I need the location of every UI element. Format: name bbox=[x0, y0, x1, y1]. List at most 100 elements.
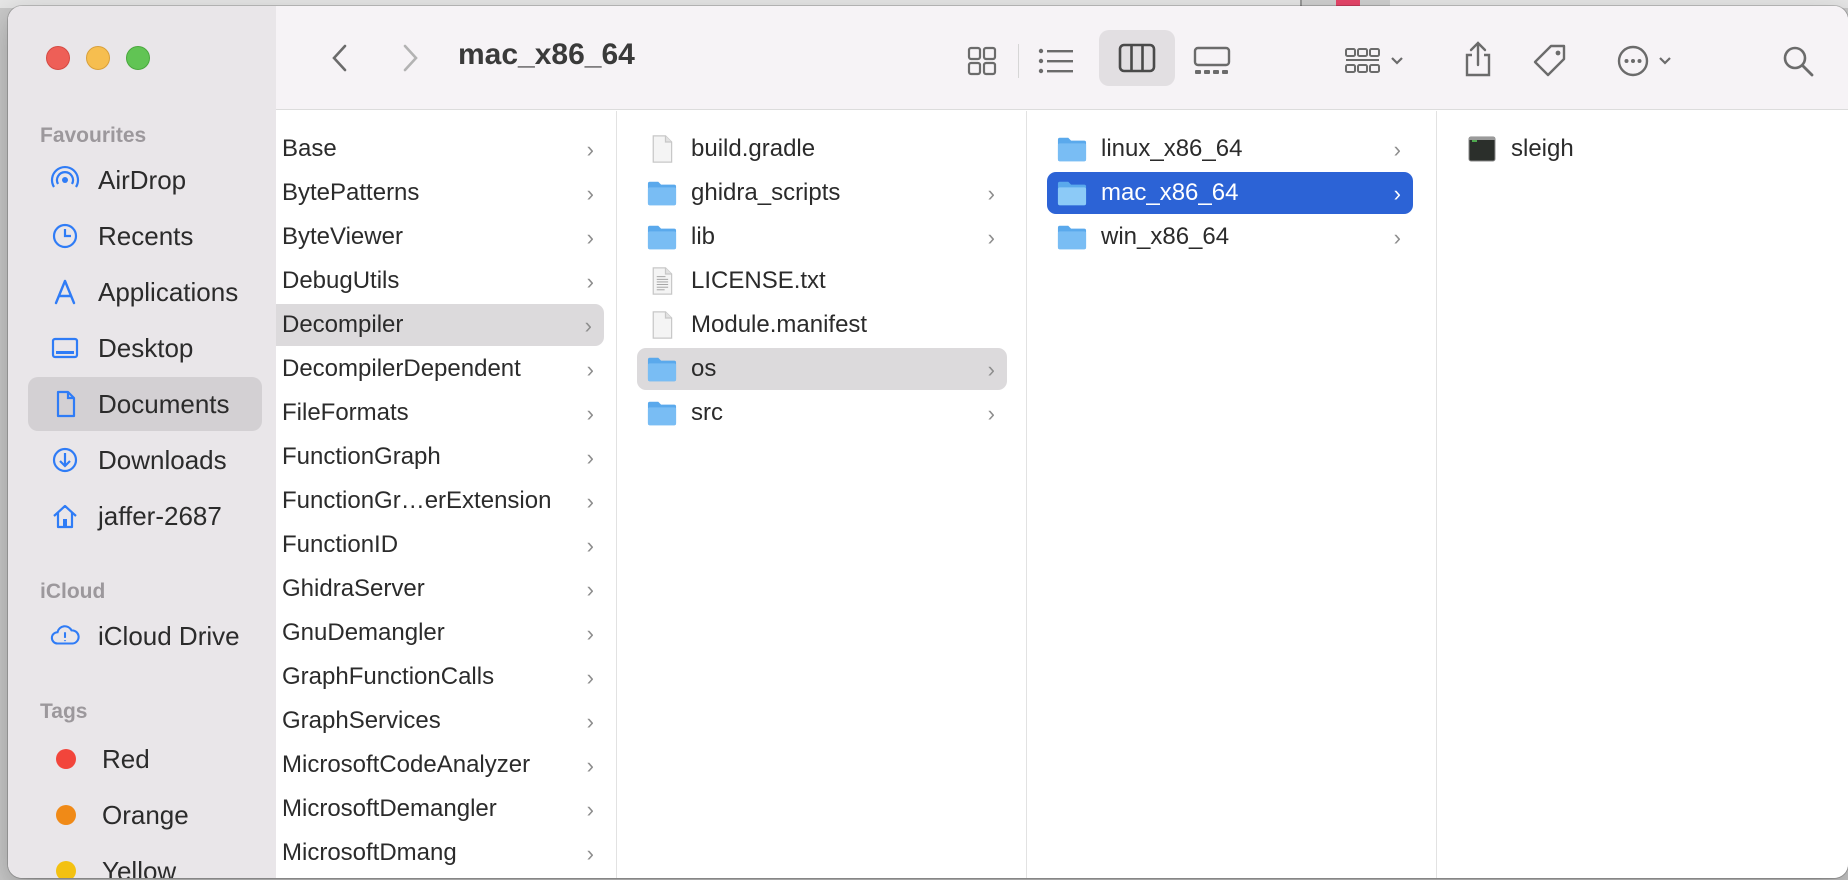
share-button[interactable] bbox=[1456, 32, 1500, 86]
sidebar-item-label: Orange bbox=[102, 799, 189, 830]
window-title: mac_x86_64 bbox=[458, 38, 635, 71]
item-name: FunctionID bbox=[282, 531, 399, 558]
file-icon bbox=[652, 135, 673, 163]
list-item[interactable]: FunctionID › bbox=[276, 524, 606, 566]
list-item[interactable]: MicrosoftCodeAnalyzer › bbox=[276, 744, 606, 786]
terminal-executable-icon bbox=[1468, 136, 1496, 162]
list-item[interactable]: win_x86_64 › bbox=[1047, 216, 1413, 258]
list-item[interactable]: os › bbox=[637, 348, 1007, 390]
zoom-button[interactable] bbox=[126, 46, 150, 70]
list-item[interactable]: linux_x86_64 › bbox=[1047, 128, 1413, 170]
list-item[interactable]: mac_x86_64 › bbox=[1047, 172, 1413, 214]
list-item[interactable]: MicrosoftDemangler › bbox=[276, 788, 606, 830]
forward-button[interactable] bbox=[390, 36, 430, 80]
column-view-icon bbox=[1118, 43, 1156, 73]
item-name: sleigh bbox=[1511, 135, 1574, 162]
chevron-right-icon bbox=[403, 44, 418, 72]
item-name: ghidra_scripts bbox=[691, 179, 841, 206]
gallery-view-icon bbox=[1193, 46, 1231, 74]
list-item[interactable]: lib › bbox=[637, 216, 1007, 258]
sidebar-tag-orange[interactable]: Orange bbox=[28, 788, 262, 842]
sidebar-tag-yellow[interactable]: Yellow bbox=[28, 844, 262, 878]
item-name: FunctionGr…erExtension bbox=[282, 487, 552, 514]
list-item[interactable]: ghidra_scripts › bbox=[637, 172, 1007, 214]
item-name: lib bbox=[691, 223, 716, 250]
list-item[interactable]: Base › bbox=[276, 128, 606, 170]
tag-button[interactable] bbox=[1526, 36, 1574, 86]
chevron-down-icon bbox=[1391, 57, 1403, 65]
list-item[interactable]: GraphServices › bbox=[276, 700, 606, 742]
sidebar-item-label: iCloud Drive bbox=[98, 620, 240, 651]
minimize-button[interactable] bbox=[86, 46, 110, 70]
chevron-right-icon: › bbox=[586, 269, 594, 294]
item-name: DecompilerDependent bbox=[282, 355, 521, 382]
chevron-right-icon: › bbox=[586, 533, 594, 558]
list-item[interactable]: GnuDemangler › bbox=[276, 612, 606, 654]
icloud-icon bbox=[50, 621, 80, 651]
icon-view-button[interactable] bbox=[956, 36, 1008, 86]
sidebar-item-home[interactable]: jaffer-2687 bbox=[28, 489, 262, 543]
file-icon bbox=[652, 311, 673, 339]
list-item[interactable]: MicrosoftDmang › bbox=[276, 832, 606, 874]
sidebar-item-icloud-drive[interactable]: iCloud Drive bbox=[28, 609, 262, 663]
red-tag-icon bbox=[56, 749, 76, 769]
chevron-right-icon: › bbox=[1393, 225, 1401, 250]
list-view-button[interactable] bbox=[1030, 36, 1082, 86]
list-item[interactable]: FileFormats › bbox=[276, 392, 606, 434]
column-2: build.gradle ghidra_scripts › lib › LICENS… bbox=[617, 111, 1027, 878]
list-item[interactable]: build.gradle bbox=[637, 128, 1007, 170]
item-name: FileFormats bbox=[282, 399, 409, 426]
item-name: ByteViewer bbox=[282, 223, 403, 250]
sidebar-item-applications[interactable]: Applications bbox=[28, 265, 262, 319]
list-item[interactable]: sleigh bbox=[1457, 128, 1827, 170]
column-view-button[interactable] bbox=[1099, 30, 1175, 86]
chevron-right-icon: › bbox=[586, 797, 594, 822]
list-item[interactable]: Module.manifest bbox=[637, 304, 1007, 346]
item-name: linux_x86_64 bbox=[1101, 135, 1243, 162]
chevron-right-icon: › bbox=[1393, 137, 1401, 162]
sidebar-item-airdrop[interactable]: AirDrop bbox=[28, 153, 262, 207]
group-by-button[interactable] bbox=[1334, 36, 1414, 86]
search-button[interactable] bbox=[1776, 36, 1820, 86]
list-item[interactable]: FunctionGr…erExtension › bbox=[276, 480, 606, 522]
back-button[interactable] bbox=[320, 36, 360, 80]
item-name: mac_x86_64 bbox=[1101, 179, 1239, 206]
sidebar-item-label: Desktop bbox=[98, 332, 194, 363]
sidebar-tag-red[interactable]: Red bbox=[28, 732, 262, 786]
list-item[interactable]: DecompilerDependent › bbox=[276, 348, 606, 390]
close-button[interactable] bbox=[46, 46, 70, 70]
desktop-icon bbox=[50, 333, 80, 363]
column-browser: Base › BytePatterns › ByteViewer › DebugUti… bbox=[276, 111, 1848, 878]
gallery-view-button[interactable] bbox=[1184, 36, 1240, 86]
list-item[interactable]: DebugUtils › bbox=[276, 260, 606, 302]
sidebar: Favourites AirDrop Recents Applications … bbox=[8, 6, 276, 878]
item-name: GnuDemangler bbox=[282, 619, 445, 646]
clock-icon bbox=[50, 221, 80, 251]
chevron-right-icon: › bbox=[1393, 181, 1401, 206]
home-icon bbox=[50, 501, 80, 531]
list-item[interactable]: GhidraServer › bbox=[276, 568, 606, 610]
sidebar-item-recents[interactable]: Recents bbox=[28, 209, 262, 263]
list-item[interactable]: GraphFunctionCalls › bbox=[276, 656, 606, 698]
list-item[interactable]: FunctionGraph › bbox=[276, 436, 606, 478]
list-item[interactable]: BytePatterns › bbox=[276, 172, 606, 214]
list-item[interactable]: src › bbox=[637, 392, 1007, 434]
document-icon bbox=[50, 389, 80, 419]
sidebar-item-label: jaffer-2687 bbox=[98, 500, 222, 531]
item-name: BytePatterns bbox=[282, 179, 420, 206]
sidebar-item-desktop[interactable]: Desktop bbox=[28, 321, 262, 375]
list-item[interactable]: ByteViewer › bbox=[276, 216, 606, 258]
toolbar-separator bbox=[1018, 44, 1019, 78]
sidebar-item-documents[interactable]: Documents bbox=[28, 377, 262, 431]
more-actions-button[interactable] bbox=[1606, 36, 1682, 86]
item-name: DebugUtils bbox=[282, 267, 400, 294]
sidebar-item-downloads[interactable]: Downloads bbox=[28, 433, 262, 487]
toolbar: mac_x86_64 bbox=[276, 6, 1848, 110]
list-item[interactable]: Decompiler › bbox=[276, 304, 604, 346]
column-3: linux_x86_64 › mac_x86_64 › win_x86_64 › bbox=[1027, 111, 1437, 878]
list-item[interactable]: LICENSE.txt bbox=[637, 260, 1007, 302]
chevron-right-icon: › bbox=[586, 841, 594, 866]
sidebar-item-label: Red bbox=[102, 743, 150, 774]
folder-icon bbox=[647, 225, 677, 250]
icloud-heading: iCloud bbox=[40, 580, 106, 603]
